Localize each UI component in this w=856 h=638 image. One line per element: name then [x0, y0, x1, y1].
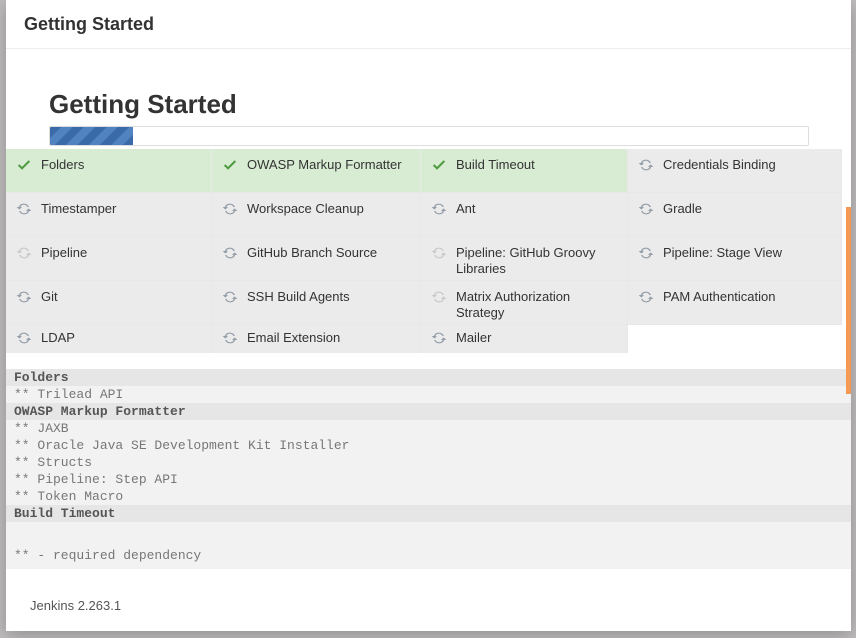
- refresh-icon: [16, 330, 32, 346]
- plugin-name: Pipeline: [41, 245, 87, 261]
- plugin-cell: Credentials Binding: [628, 149, 842, 193]
- plugin-name: Mailer: [456, 330, 491, 346]
- plugin-cell: LDAP: [6, 325, 212, 353]
- check-icon: [16, 157, 32, 173]
- plugin-name: LDAP: [41, 330, 75, 346]
- plugin-name: Gradle: [663, 201, 702, 217]
- plugin-cell: PAM Authentication: [628, 281, 842, 325]
- content-area: Getting Started Folders OWASP Markup Form…: [6, 49, 851, 631]
- log-section: OWASP Markup Formatter: [6, 403, 851, 420]
- plugin-name: OWASP Markup Formatter: [247, 157, 402, 173]
- log-dependency: ** Trilead API: [6, 386, 851, 403]
- dependency-legend: ** - required dependency: [6, 544, 851, 569]
- plugin-name: Credentials Binding: [663, 157, 776, 173]
- jenkins-version: Jenkins 2.263.1: [30, 598, 121, 613]
- log-section: Folders: [6, 369, 851, 386]
- log-dependency: ** Oracle Java SE Development Kit Instal…: [6, 437, 851, 454]
- plugin-cell: Workspace Cleanup: [212, 193, 421, 237]
- plugin-cell: Folders: [6, 149, 212, 193]
- log-dependency: ** Pipeline: Step API: [6, 471, 851, 488]
- refresh-icon: [431, 330, 447, 346]
- plugin-cell: Build Timeout: [421, 149, 628, 193]
- check-icon: [431, 157, 447, 173]
- refresh-icon: [16, 245, 32, 261]
- plugin-name: GitHub Branch Source: [247, 245, 377, 261]
- plugin-cell: GitHub Branch Source: [212, 237, 421, 281]
- refresh-icon: [16, 289, 32, 305]
- check-icon: [222, 157, 238, 173]
- scroll-indicator[interactable]: [846, 207, 851, 394]
- plugin-cell: Timestamper: [6, 193, 212, 237]
- log-dependency: ** Token Macro: [6, 488, 851, 505]
- log-dependency: ** Structs: [6, 454, 851, 471]
- plugin-name: Build Timeout: [456, 157, 535, 173]
- page-title: Getting Started: [6, 89, 851, 120]
- plugin-cell: Mailer: [421, 325, 628, 353]
- refresh-icon: [638, 157, 654, 173]
- refresh-icon: [222, 201, 238, 217]
- refresh-icon: [222, 330, 238, 346]
- refresh-icon: [16, 201, 32, 217]
- install-progress-bar: [49, 126, 809, 146]
- log-section: Build Timeout: [6, 505, 851, 522]
- modal-header-title: Getting Started: [6, 0, 851, 49]
- plugin-cell: Matrix Authorization Strategy: [421, 281, 628, 325]
- refresh-icon: [638, 201, 654, 217]
- plugin-cell: Pipeline: [6, 237, 212, 281]
- plugin-cell: Ant: [421, 193, 628, 237]
- plugin-name: Email Extension: [247, 330, 340, 346]
- plugin-name: Pipeline: Stage View: [663, 245, 782, 261]
- plugin-cell: Git: [6, 281, 212, 325]
- plugin-name: Folders: [41, 157, 84, 173]
- refresh-icon: [431, 201, 447, 217]
- plugin-cell-empty: [628, 325, 842, 353]
- refresh-icon: [638, 289, 654, 305]
- refresh-icon: [431, 245, 447, 261]
- install-progress-fill: [50, 127, 133, 145]
- plugin-cell: Pipeline: Stage View: [628, 237, 842, 281]
- plugin-name: Matrix Authorization Strategy: [456, 289, 619, 321]
- plugin-name: SSH Build Agents: [247, 289, 350, 305]
- refresh-icon: [222, 245, 238, 261]
- plugin-cell: Email Extension: [212, 325, 421, 353]
- plugin-name: Ant: [456, 201, 476, 217]
- plugin-name: Git: [41, 289, 58, 305]
- refresh-icon: [431, 289, 447, 305]
- plugin-cell: SSH Build Agents: [212, 281, 421, 325]
- plugin-name: Workspace Cleanup: [247, 201, 364, 217]
- plugin-cell: Gradle: [628, 193, 842, 237]
- install-log: Folders** Trilead APIOWASP Markup Format…: [6, 369, 851, 545]
- plugin-cell: Pipeline: GitHub Groovy Libraries: [421, 237, 628, 281]
- plugin-cell: OWASP Markup Formatter: [212, 149, 421, 193]
- plugin-grid: Folders OWASP Markup Formatter Build Timeo…: [6, 149, 851, 369]
- log-dependency: ** JAXB: [6, 420, 851, 437]
- setup-wizard-modal: Getting Started Getting Started Folders O…: [6, 0, 851, 631]
- refresh-icon: [638, 245, 654, 261]
- plugin-name: PAM Authentication: [663, 289, 776, 305]
- refresh-icon: [222, 289, 238, 305]
- plugin-name: Pipeline: GitHub Groovy Libraries: [456, 245, 619, 277]
- plugin-name: Timestamper: [41, 201, 116, 217]
